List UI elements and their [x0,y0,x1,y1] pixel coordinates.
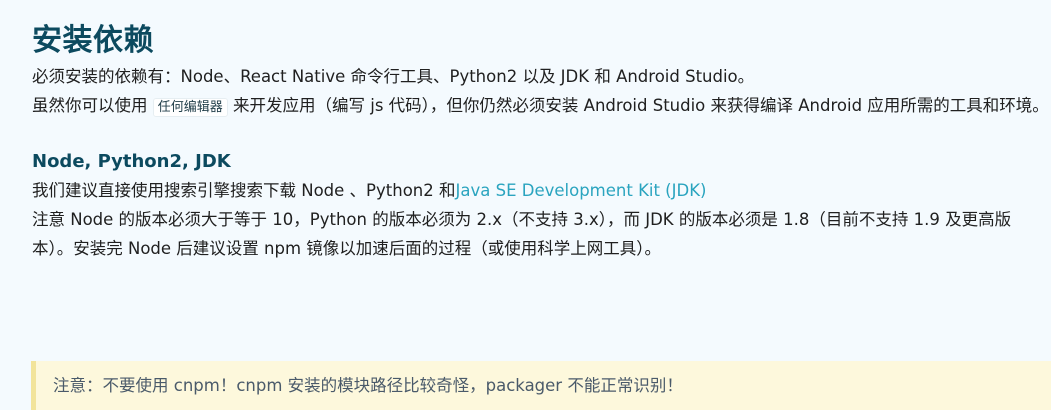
editor-text-after: 来开发应用（编写 js 代码），但你仍然必须安装 Android Studio … [233,96,1049,115]
warning-note-text: 注意：不要使用 cnpm！cnpm 安装的模块路径比较奇怪，packager 不… [53,376,683,395]
jdk-link[interactable]: Java SE Development Kit (JDK) [456,181,707,200]
recommend-paragraph: 我们建议直接使用搜索引擎搜索下载 Node 、Python2 和Java SE … [32,176,1051,205]
version-paragraph: 注意 Node 的版本必须大于等于 10，Python 的版本必须为 2.x（不… [32,210,1012,258]
section-title: 安装依赖 [32,23,154,58]
warning-note: 注意：不要使用 cnpm！cnpm 安装的模块路径比较奇怪，packager 不… [31,361,1051,410]
inline-code: 任何编辑器 [152,98,228,117]
editor-text-before: 虽然你可以使用 [32,96,148,115]
doc-page: 安装依赖 必须安装的依赖有：Node、React Native 命令行工具、Py… [0,0,1051,410]
subsection-title: Node, Python2, JDK [32,151,231,172]
intro-paragraph: 必须安装的依赖有：Node、React Native 命令行工具、Python2… [32,67,755,86]
recommend-text: 我们建议直接使用搜索引擎搜索下载 Node 、Python2 和 [32,181,456,200]
editor-paragraph: 虽然你可以使用 任何编辑器 来开发应用（编写 js 代码），但你仍然必须安装 A… [32,91,1051,122]
